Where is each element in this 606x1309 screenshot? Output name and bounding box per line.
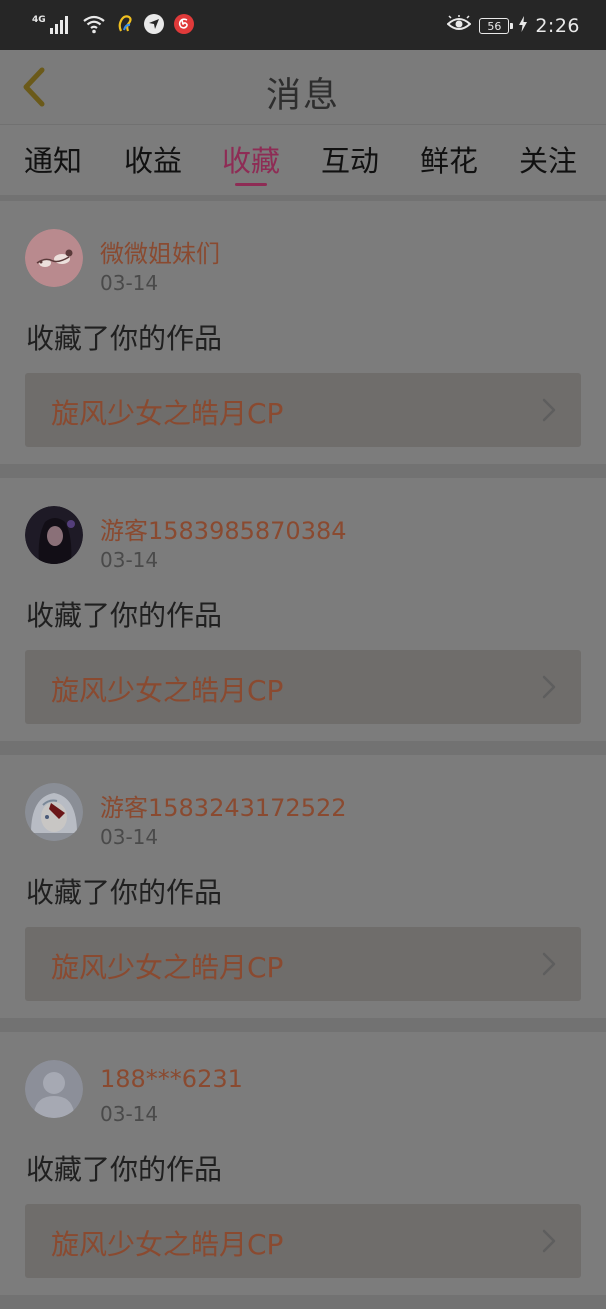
username[interactable]: 188***6231 [100, 1065, 243, 1093]
status-bar: 4G 56 2:26 [0, 0, 606, 50]
username[interactable]: 微微姐妹们 [100, 234, 220, 269]
anime-girl-avatar-icon [25, 783, 83, 841]
work-title: 旋风少女之皓月CP [51, 951, 284, 984]
page-title: 消息 [265, 76, 340, 116]
pink-cartoon-avatar-icon [25, 229, 83, 287]
tab-interactions[interactable]: 互动 [321, 138, 379, 180]
tab-bar: 通知 收益 收藏 互动 鲜花 关注 [0, 125, 606, 201]
work-link[interactable]: 旋风少女之皓月CP [25, 373, 581, 447]
location-arrow-icon [143, 14, 164, 38]
tab-flowers[interactable]: 鲜花 [420, 138, 478, 180]
signal-icon [49, 14, 72, 38]
clock: 2:26 [535, 15, 580, 37]
timestamp: 03-14 [100, 548, 159, 572]
tab-favorites-label: 收藏 [222, 144, 281, 178]
network-type-label: 4G [32, 14, 46, 25]
username[interactable]: 游客1583985870384 [100, 511, 347, 546]
action-text: 收藏了你的作品 [26, 1153, 223, 1186]
work-title: 旋风少女之皓月CP [51, 674, 284, 707]
action-text: 收藏了你的作品 [26, 322, 223, 355]
battery-icon: 56 [479, 18, 514, 34]
wifi-icon [82, 14, 106, 38]
list-item: 微微姐妹们 03-14 收藏了你的作品 旋风少女之皓月CP [0, 201, 606, 478]
timestamp: 03-14 [100, 825, 159, 849]
avatar[interactable] [25, 229, 83, 287]
work-title: 旋风少女之皓月CP [51, 1228, 284, 1261]
avatar[interactable] [25, 783, 83, 841]
tab-notifications[interactable]: 通知 [24, 138, 82, 180]
work-link[interactable]: 旋风少女之皓月CP [25, 927, 581, 1001]
dark-girl-avatar-icon [25, 506, 83, 564]
list-item: 188***6231 03-14 收藏了你的作品 旋风少女之皓月CP [0, 1032, 606, 1309]
active-tab-indicator [235, 183, 267, 186]
tab-earnings[interactable]: 收益 [124, 138, 182, 180]
action-text: 收藏了你的作品 [26, 599, 223, 632]
chevron-right-icon [542, 1229, 556, 1253]
list-item: 游客1583985870384 03-14 收藏了你的作品 旋风少女之皓月CP [0, 478, 606, 755]
action-text: 收藏了你的作品 [26, 876, 223, 909]
netease-music-icon [173, 14, 194, 38]
work-link[interactable]: 旋风少女之皓月CP [25, 1204, 581, 1278]
app-notification-icon [116, 13, 134, 39]
avatar[interactable] [25, 506, 83, 564]
status-bar-left: 4G [32, 12, 194, 40]
notification-list: 微微姐妹们 03-14 收藏了你的作品 旋风少女之皓月CP 游客15839858… [0, 201, 606, 1309]
battery-level-label: 56 [487, 19, 502, 33]
username[interactable]: 游客1583243172522 [100, 788, 347, 823]
chevron-right-icon [542, 675, 556, 699]
default-user-avatar-icon [25, 1060, 83, 1118]
timestamp: 03-14 [100, 1102, 159, 1126]
app-header: 消息 [0, 50, 606, 125]
avatar[interactable] [25, 1060, 83, 1118]
status-bar-right: 56 2:26 [446, 12, 580, 40]
work-title: 旋风少女之皓月CP [51, 397, 284, 430]
work-link[interactable]: 旋风少女之皓月CP [25, 650, 581, 724]
tab-favorites[interactable]: 收藏 [222, 138, 281, 186]
charging-icon [519, 16, 528, 36]
tab-following[interactable]: 关注 [519, 138, 577, 180]
eye-icon [446, 15, 472, 37]
timestamp: 03-14 [100, 271, 159, 295]
chevron-right-icon [542, 398, 556, 422]
chevron-right-icon [542, 952, 556, 976]
list-item: 游客1583243172522 03-14 收藏了你的作品 旋风少女之皓月CP [0, 755, 606, 1032]
